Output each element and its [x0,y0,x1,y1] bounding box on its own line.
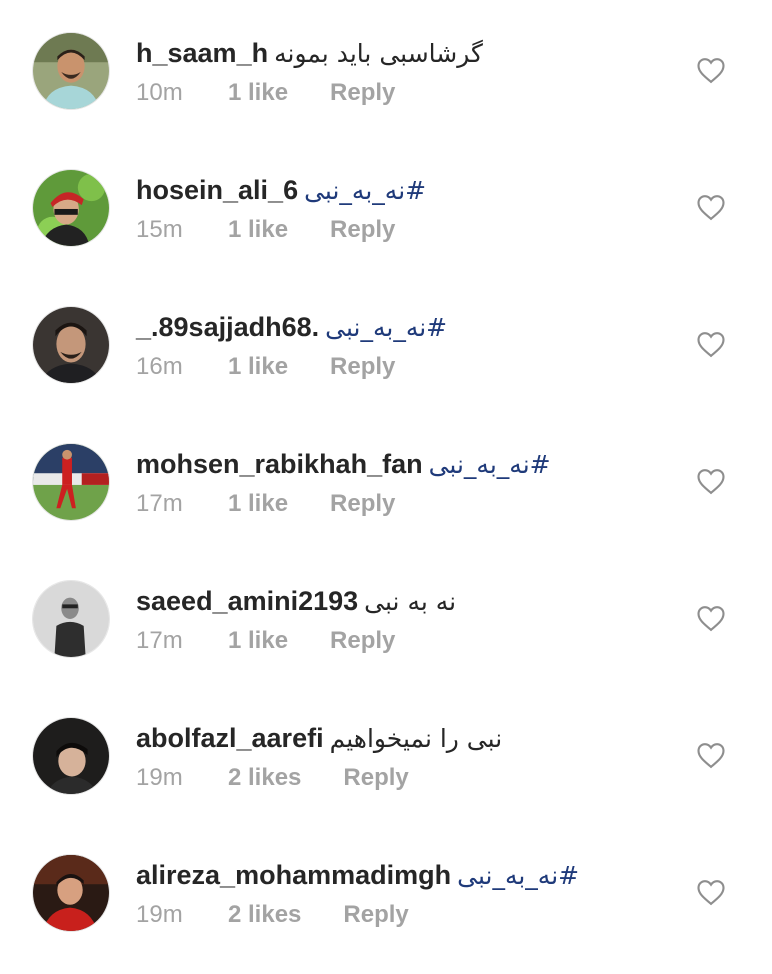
avatar[interactable] [32,854,110,932]
man-smiling-avatar-icon [33,33,109,109]
heart-outline-icon [697,332,725,358]
comment-text: نبی را نمیخواهیم [329,724,503,753]
heart-outline-icon [697,743,725,769]
comment-likes[interactable]: 2 likes [228,900,301,930]
comment-line: saeed_amini2193 نه به نبی [136,584,456,619]
comment-line: hosein_ali_6 #نه_به_نبی [136,173,426,208]
comment-item: mohsen_rabikhah_fan #نه_به_نبی 17m 1 like R… [0,443,772,563]
avatar[interactable] [32,580,110,658]
comment-username[interactable]: h_saam_h [136,38,268,68]
like-button[interactable] [696,878,726,906]
comment-meta: 17m 1 like Reply [136,626,395,656]
like-button[interactable] [696,604,726,632]
comment-item: saeed_amini2193 نه به نبی 17m 1 like Reply [0,580,772,700]
comment-item: hosein_ali_6 #نه_به_نبی 15m 1 like Reply [0,169,772,289]
reply-button[interactable]: Reply [330,215,395,245]
avatar[interactable] [32,32,110,110]
comment-username[interactable]: alireza_mohammadimgh [136,860,451,890]
heart-outline-icon [697,195,725,221]
comment-likes[interactable]: 1 like [228,215,288,245]
comment-likes[interactable]: 1 like [228,352,288,382]
reply-button[interactable]: Reply [330,489,395,519]
man-red-cap-avatar-icon [33,170,109,246]
comment-likes[interactable]: 1 like [228,626,288,656]
reply-button[interactable]: Reply [343,763,408,793]
comment-line: alireza_mohammadimgh #نه_به_نبی [136,858,579,893]
comment-meta: 17m 1 like Reply [136,489,395,519]
avatar[interactable] [32,717,110,795]
comment-text: گرشاسبی باید بمونه [274,39,483,68]
reply-button[interactable]: Reply [330,626,395,656]
comment-meta: 15m 1 like Reply [136,215,395,245]
comment-time: 19m [136,901,183,928]
comment-username[interactable]: abolfazl_aarefi [136,723,324,753]
comment-username[interactable]: saeed_amini2193 [136,586,358,616]
comment-line: mohsen_rabikhah_fan #نه_به_نبی [136,447,551,482]
comment-time: 16m [136,353,183,380]
comment-list: h_saam_h گرشاسبی باید بمونه 10m 1 like Repl… [0,0,772,974]
comment-item: alireza_mohammadimgh #نه_به_نبی 19m 2 like… [0,854,772,974]
comment-line: _.89sajjadh68. #نه_به_نبی [136,310,447,345]
heart-outline-icon [697,469,725,495]
comment-meta: 19m 2 likes Reply [136,763,409,793]
comment-hashtag[interactable]: #نه_به_نبی [304,176,426,205]
like-button[interactable] [696,467,726,495]
comment-likes[interactable]: 1 like [228,489,288,519]
heart-outline-icon [697,58,725,84]
man-portrait-avatar-icon [33,307,109,383]
comment-time: 15m [136,216,183,243]
like-button[interactable] [696,56,726,84]
comment-time: 17m [136,490,183,517]
comment-likes[interactable]: 1 like [228,78,288,108]
reply-button[interactable]: Reply [343,900,408,930]
man-red-shirt-avatar-icon [33,855,109,931]
avatar[interactable] [32,306,110,384]
comment-username[interactable]: hosein_ali_6 [136,175,298,205]
comment-hashtag[interactable]: #نه_به_نبی [429,450,551,479]
comment-time: 17m [136,627,183,654]
reply-button[interactable]: Reply [330,352,395,382]
like-button[interactable] [696,741,726,769]
comment-likes[interactable]: 2 likes [228,763,301,793]
comment-time: 19m [136,764,183,791]
like-button[interactable] [696,330,726,358]
comment-meta: 10m 1 like Reply [136,78,395,108]
comment-item: h_saam_h گرشاسبی باید بمونه 10m 1 like Repl… [0,32,772,152]
avatar[interactable] [32,443,110,521]
comment-username[interactable]: _.89sajjadh68. [136,312,319,342]
man-dark-avatar-icon [33,718,109,794]
comment-item: _.89sajjadh68. #نه_به_نبی 16m 1 like Reply [0,306,772,426]
like-button[interactable] [696,193,726,221]
comment-meta: 19m 2 likes Reply [136,900,409,930]
comment-meta: 16m 1 like Reply [136,352,395,382]
man-grayscale-avatar-icon [33,581,109,657]
comment-line: abolfazl_aarefi نبی را نمیخواهیم [136,721,502,756]
comment-username[interactable]: mohsen_rabikhah_fan [136,449,423,479]
comment-hashtag[interactable]: #نه_به_نبی [325,313,447,342]
football-player-avatar-icon [33,444,109,520]
heart-outline-icon [697,880,725,906]
comment-item: abolfazl_aarefi نبی را نمیخواهیم 19m 2 lik… [0,717,772,837]
comment-time: 10m [136,79,183,106]
comment-line: h_saam_h گرشاسبی باید بمونه [136,36,483,71]
heart-outline-icon [697,606,725,632]
comment-text: نه به نبی [364,587,457,616]
avatar[interactable] [32,169,110,247]
comment-hashtag[interactable]: #نه_به_نبی [457,861,579,890]
reply-button[interactable]: Reply [330,78,395,108]
